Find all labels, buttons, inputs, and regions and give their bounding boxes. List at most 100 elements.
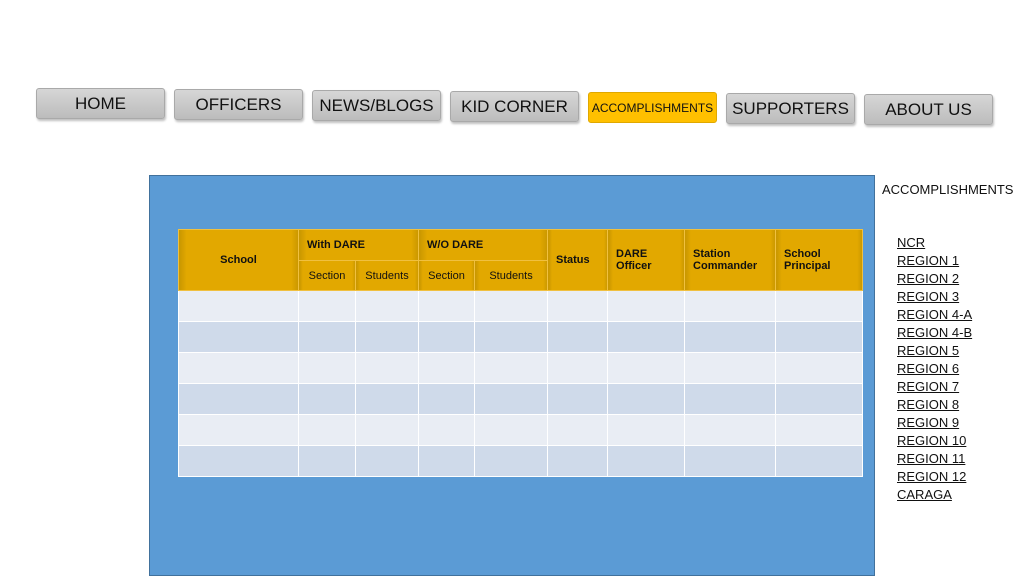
table-cell[interactable] xyxy=(607,352,686,384)
table-cell[interactable] xyxy=(418,290,476,322)
table-cell[interactable] xyxy=(547,321,609,353)
region-link-3[interactable]: REGION 3 xyxy=(897,289,959,304)
table-cell[interactable] xyxy=(474,321,549,353)
list-item: NCR xyxy=(897,234,972,252)
table-cell[interactable] xyxy=(775,290,864,322)
nav-home-button[interactable]: HOME xyxy=(36,88,165,119)
list-item: REGION 10 xyxy=(897,432,972,450)
list-item: REGION 6 xyxy=(897,360,972,378)
table-cell[interactable] xyxy=(418,383,476,415)
nav-about-us-button[interactable]: ABOUT US xyxy=(864,94,993,125)
table-cell[interactable] xyxy=(607,290,686,322)
table-row xyxy=(178,383,864,415)
table-row xyxy=(178,321,864,353)
region-link-5[interactable]: REGION 5 xyxy=(897,343,959,358)
table-cell[interactable] xyxy=(607,321,686,353)
list-item: REGION 4-B xyxy=(897,324,972,342)
table-cell[interactable] xyxy=(298,445,356,477)
table-cell[interactable] xyxy=(178,321,299,353)
table-cell[interactable] xyxy=(354,352,420,384)
region-link-8[interactable]: REGION 8 xyxy=(897,397,959,412)
table-cell[interactable] xyxy=(547,445,609,477)
header-station-commander: Station Commander xyxy=(684,229,777,291)
table-cell[interactable] xyxy=(354,414,420,446)
table-cell[interactable] xyxy=(547,352,609,384)
list-item: REGION 2 xyxy=(897,270,972,288)
region-link-2[interactable]: REGION 2 xyxy=(897,271,959,286)
region-link-1[interactable]: REGION 1 xyxy=(897,253,959,268)
table-cell[interactable] xyxy=(418,321,476,353)
table-cell[interactable] xyxy=(775,352,864,384)
table-cell[interactable] xyxy=(474,352,549,384)
table-cell[interactable] xyxy=(474,445,549,477)
nav-accomplishments-button[interactable]: ACCOMPLISHMENTS xyxy=(588,92,717,123)
nav-supporters-button[interactable]: SUPPORTERS xyxy=(726,93,855,124)
table-cell[interactable] xyxy=(684,445,777,477)
table-cell[interactable] xyxy=(607,414,686,446)
table-cell[interactable] xyxy=(684,352,777,384)
nav-kid-corner-button[interactable]: KID CORNER xyxy=(450,91,579,122)
region-link-10[interactable]: REGION 10 xyxy=(897,433,966,448)
table-cell[interactable] xyxy=(298,290,356,322)
region-link-ncr[interactable]: NCR xyxy=(897,235,925,250)
header-wo-dare-students: Students xyxy=(474,260,549,291)
table-cell[interactable] xyxy=(607,445,686,477)
table-cell[interactable] xyxy=(298,321,356,353)
list-item: REGION 8 xyxy=(897,396,972,414)
header-school: School xyxy=(178,229,299,291)
region-link-12[interactable]: REGION 12 xyxy=(897,469,966,484)
table-cell[interactable] xyxy=(178,290,299,322)
table-cell[interactable] xyxy=(298,414,356,446)
region-link-11[interactable]: REGION 11 xyxy=(897,451,965,466)
table-cell[interactable] xyxy=(178,445,299,477)
region-link-4b[interactable]: REGION 4-B xyxy=(897,325,972,340)
table-cell[interactable] xyxy=(474,383,549,415)
list-item: REGION 9 xyxy=(897,414,972,432)
region-link-6[interactable]: REGION 6 xyxy=(897,361,959,376)
region-link-7[interactable]: REGION 7 xyxy=(897,379,959,394)
nav-news-blogs-button[interactable]: NEWS/BLOGS xyxy=(312,90,441,121)
table-cell[interactable] xyxy=(684,290,777,322)
table-cell[interactable] xyxy=(547,290,609,322)
table-cell[interactable] xyxy=(354,290,420,322)
table-cell[interactable] xyxy=(607,383,686,415)
list-item: REGION 7 xyxy=(897,378,972,396)
list-item: REGION 1 xyxy=(897,252,972,270)
table-cell[interactable] xyxy=(298,352,356,384)
table-cell[interactable] xyxy=(775,414,864,446)
nav-officers-button[interactable]: OFFICERS xyxy=(174,89,303,120)
table-cell[interactable] xyxy=(474,290,549,322)
table-cell[interactable] xyxy=(178,352,299,384)
list-item: REGION 5 xyxy=(897,342,972,360)
header-wo-dare-section: Section xyxy=(418,260,476,291)
table-cell[interactable] xyxy=(775,321,864,353)
table-cell[interactable] xyxy=(684,414,777,446)
table-cell[interactable] xyxy=(354,445,420,477)
table-cell[interactable] xyxy=(354,321,420,353)
table-cell[interactable] xyxy=(418,414,476,446)
table-cell[interactable] xyxy=(547,414,609,446)
table-cell[interactable] xyxy=(354,383,420,415)
table-cell[interactable] xyxy=(684,321,777,353)
table-cell[interactable] xyxy=(684,383,777,415)
header-with-dare-students: Students xyxy=(354,260,420,291)
list-item: CARAGA xyxy=(897,486,972,504)
header-with-dare: With DARE xyxy=(297,229,420,261)
table-row xyxy=(178,290,864,322)
table-row xyxy=(178,414,864,446)
region-link-9[interactable]: REGION 9 xyxy=(897,415,959,430)
table-cell[interactable] xyxy=(298,383,356,415)
table-cell[interactable] xyxy=(775,383,864,415)
header-school-principal: School Principal xyxy=(775,229,864,291)
table-cell[interactable] xyxy=(418,445,476,477)
table-cell[interactable] xyxy=(178,383,299,415)
table-cell[interactable] xyxy=(418,352,476,384)
region-link-caraga[interactable]: CARAGA xyxy=(897,487,952,502)
table-cell[interactable] xyxy=(775,445,864,477)
table-cell[interactable] xyxy=(178,414,299,446)
header-wo-dare: W/O DARE xyxy=(418,229,549,261)
table-cell[interactable] xyxy=(474,414,549,446)
region-link-4a[interactable]: REGION 4-A xyxy=(897,307,972,322)
table-cell[interactable] xyxy=(547,383,609,415)
header-with-dare-section: Section xyxy=(298,260,356,291)
